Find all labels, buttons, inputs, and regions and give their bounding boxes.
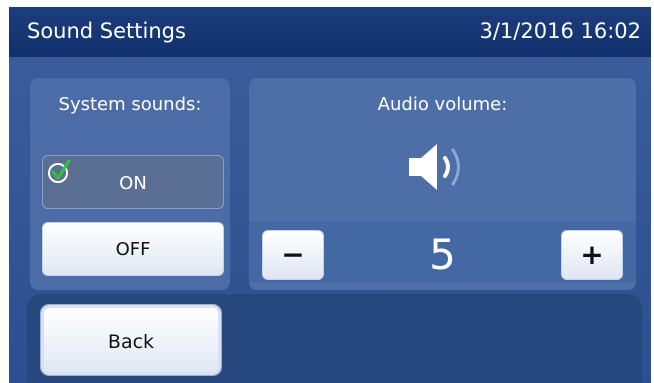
speaker-icon bbox=[409, 144, 460, 190]
sound-on-button[interactable]: ON bbox=[42, 155, 224, 209]
audio-volume-label: Audio volume: bbox=[377, 94, 508, 115]
audio-volume-panel: Audio volume: − 5 + bbox=[249, 78, 636, 290]
sound-off-label: OFF bbox=[115, 239, 151, 260]
system-sounds-label: System sounds: bbox=[58, 94, 202, 115]
sound-off-button[interactable]: OFF bbox=[42, 222, 224, 276]
volume-control-row: − 5 + bbox=[249, 222, 636, 282]
device-screen: Sound Settings 3/1/2016 16:02 System sou… bbox=[9, 7, 651, 383]
content-area: System sounds: ON OFF Audio volume: − 5 … bbox=[9, 57, 651, 383]
back-button[interactable]: Back bbox=[40, 304, 222, 376]
page-title: Sound Settings bbox=[27, 19, 186, 43]
volume-increase-button[interactable]: + bbox=[561, 230, 623, 280]
title-bar: Sound Settings 3/1/2016 16:02 bbox=[9, 7, 651, 57]
sound-on-label: ON bbox=[119, 173, 147, 194]
check-icon bbox=[48, 159, 71, 183]
datetime-display: 3/1/2016 16:02 bbox=[479, 19, 641, 43]
system-sounds-panel: System sounds: ON OFF bbox=[30, 78, 230, 290]
plus-icon: + bbox=[580, 238, 604, 271]
back-button-label: Back bbox=[107, 331, 155, 353]
